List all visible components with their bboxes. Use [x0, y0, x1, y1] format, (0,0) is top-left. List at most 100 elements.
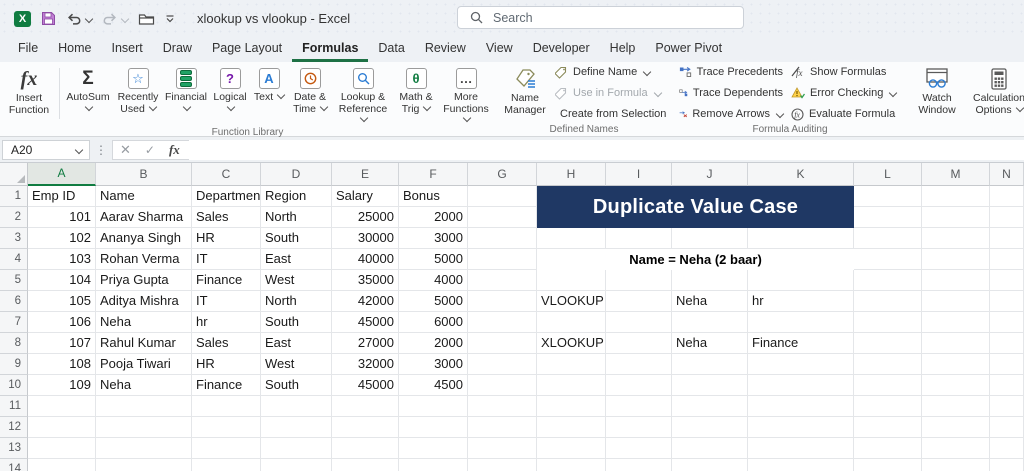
cell-A6[interactable]: 105	[28, 291, 96, 312]
math-trig-button[interactable]: θ Math & Trig	[393, 62, 439, 127]
cell-M14[interactable]	[922, 459, 990, 471]
text-button[interactable]: A Text	[251, 62, 287, 127]
cell-J5[interactable]	[672, 270, 748, 291]
cell-E2[interactable]: 25000	[332, 207, 399, 228]
cell-J9[interactable]	[672, 354, 748, 375]
col-header-E[interactable]: E	[332, 163, 399, 186]
cell-B1[interactable]: Name	[96, 186, 192, 207]
cell-F5[interactable]: 4000	[399, 270, 468, 291]
cell-G1[interactable]	[468, 186, 537, 207]
cell-K12[interactable]	[748, 417, 854, 438]
cell-J6[interactable]: Neha	[672, 291, 748, 312]
cell-D10[interactable]: South	[261, 375, 332, 396]
cell-M6[interactable]	[922, 291, 990, 312]
cell-M1[interactable]	[922, 186, 990, 207]
cell-F10[interactable]: 4500	[399, 375, 468, 396]
show-formulas-button[interactable]: fx Show Formulas	[787, 62, 905, 82]
cell-B4[interactable]: Rohan Verma	[96, 249, 192, 270]
cell-F13[interactable]	[399, 438, 468, 459]
tab-insert[interactable]: Insert	[102, 37, 153, 62]
cell-D8[interactable]: East	[261, 333, 332, 354]
cell-L1[interactable]	[854, 186, 922, 207]
cell-F4[interactable]: 5000	[399, 249, 468, 270]
cell-J7[interactable]	[672, 312, 748, 333]
cell-C1[interactable]: Department	[192, 186, 261, 207]
cell-C4[interactable]: IT	[192, 249, 261, 270]
cell-G14[interactable]	[468, 459, 537, 471]
cell-A7[interactable]: 106	[28, 312, 96, 333]
cell-N14[interactable]	[990, 459, 1024, 471]
col-header-N[interactable]: N	[990, 163, 1024, 186]
watch-window-button[interactable]: Watch Window	[911, 62, 963, 133]
undo-button[interactable]	[66, 12, 94, 26]
cell-L8[interactable]	[854, 333, 922, 354]
cell-F12[interactable]	[399, 417, 468, 438]
tab-help[interactable]: Help	[600, 37, 646, 62]
cell-H10[interactable]	[537, 375, 606, 396]
cell-I6[interactable]	[606, 291, 672, 312]
cell-F6[interactable]: 5000	[399, 291, 468, 312]
cell-D11[interactable]	[261, 396, 332, 417]
cell-D3[interactable]: South	[261, 228, 332, 249]
trace-dependents-button[interactable]: Trace Dependents	[675, 83, 787, 103]
cell-F3[interactable]: 3000	[399, 228, 468, 249]
cancel-icon[interactable]: ✕	[113, 142, 138, 158]
cell-N3[interactable]	[990, 228, 1024, 249]
row-header-14[interactable]: 14	[0, 459, 28, 471]
row-header-5[interactable]: 5	[0, 270, 28, 291]
trace-precedents-button[interactable]: Trace Precedents	[675, 62, 787, 82]
col-header-H[interactable]: H	[537, 163, 606, 186]
cell-H3[interactable]	[537, 228, 606, 249]
cell-M13[interactable]	[922, 438, 990, 459]
cell-E1[interactable]: Salary	[332, 186, 399, 207]
cell-I10[interactable]	[606, 375, 672, 396]
redo-button[interactable]	[102, 12, 130, 26]
cell-K14[interactable]	[748, 459, 854, 471]
cell-A9[interactable]: 108	[28, 354, 96, 375]
cell-B2[interactable]: Aarav Sharma	[96, 207, 192, 228]
cell-D9[interactable]: West	[261, 354, 332, 375]
row-header-7[interactable]: 7	[0, 312, 28, 333]
row-header-1[interactable]: 1	[0, 186, 28, 207]
cell-E13[interactable]	[332, 438, 399, 459]
row-header-10[interactable]: 10	[0, 375, 28, 396]
cell-L12[interactable]	[854, 417, 922, 438]
cell-F9[interactable]: 3000	[399, 354, 468, 375]
col-header-J[interactable]: J	[672, 163, 748, 186]
cell-K7[interactable]	[748, 312, 854, 333]
cell-G4[interactable]	[468, 249, 537, 270]
cell-I8[interactable]	[606, 333, 672, 354]
cell-L3[interactable]	[854, 228, 922, 249]
cell-I3[interactable]	[606, 228, 672, 249]
cell-A3[interactable]: 102	[28, 228, 96, 249]
col-header-K[interactable]: K	[748, 163, 854, 186]
cell-B7[interactable]: Neha	[96, 312, 192, 333]
calculation-options-button[interactable]: Calculation Options	[969, 62, 1024, 122]
cell-F8[interactable]: 2000	[399, 333, 468, 354]
open-folder-button[interactable]	[138, 12, 155, 26]
cell-I7[interactable]	[606, 312, 672, 333]
cell-E7[interactable]: 45000	[332, 312, 399, 333]
cell-N4[interactable]	[990, 249, 1024, 270]
cell-M3[interactable]	[922, 228, 990, 249]
cell-N6[interactable]	[990, 291, 1024, 312]
cell-A10[interactable]: 109	[28, 375, 96, 396]
cell-I9[interactable]	[606, 354, 672, 375]
cell-K8[interactable]: Finance	[748, 333, 854, 354]
cell-E12[interactable]	[332, 417, 399, 438]
cell-H12[interactable]	[537, 417, 606, 438]
cell-M10[interactable]	[922, 375, 990, 396]
cell-N7[interactable]	[990, 312, 1024, 333]
cell-A11[interactable]	[28, 396, 96, 417]
cell-E5[interactable]: 35000	[332, 270, 399, 291]
customize-quick-access-button[interactable]	[165, 14, 175, 24]
cell-H14[interactable]	[537, 459, 606, 471]
cell-H9[interactable]	[537, 354, 606, 375]
cell-C13[interactable]	[192, 438, 261, 459]
cell-M9[interactable]	[922, 354, 990, 375]
cell-G3[interactable]	[468, 228, 537, 249]
insert-function-button[interactable]: fx Insert Function	[2, 62, 56, 127]
cell-D14[interactable]	[261, 459, 332, 471]
cell-C11[interactable]	[192, 396, 261, 417]
cell-L6[interactable]	[854, 291, 922, 312]
